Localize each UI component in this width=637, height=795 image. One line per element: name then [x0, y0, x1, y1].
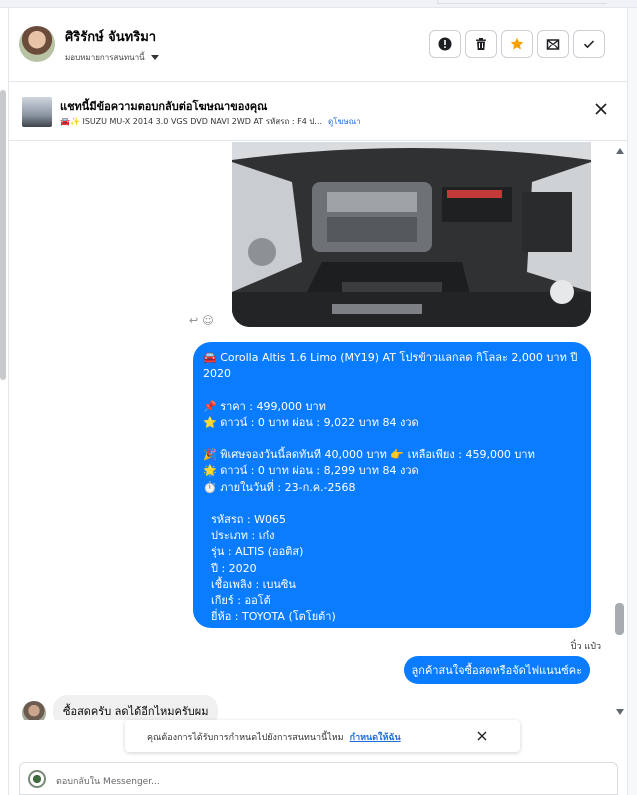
message-thread[interactable]: ↩ ☺ 🚘 Corolla Altis 1.6 Limo (MY19) AT โ…	[9, 142, 627, 720]
ad-banner-subtitle: 🚘✨ ISUZU MU-X 2014 3.0 VGS DVD NAVI 2WD …	[60, 115, 361, 128]
message-line: ⏱️ ภายในวันที่ : 23-ก.ค.-2568	[203, 480, 356, 494]
close-icon[interactable]	[476, 730, 488, 742]
delete-button[interactable]	[465, 30, 497, 58]
scroll-down-arrow[interactable]	[616, 709, 624, 715]
star-button[interactable]	[501, 30, 533, 58]
check-icon	[583, 40, 595, 49]
message-line: เกียร์ : ออโต้	[211, 594, 271, 607]
message-line: ยี่ห้อ : TOYOTA (โตโยต้า)	[211, 610, 336, 624]
ad-reply-banner: แชทนี้มีข้อความตอบกลับต่อโฆษณาของคุณ 🚘✨ …	[9, 83, 627, 141]
customer-avatar[interactable]	[22, 701, 46, 720]
star-icon	[510, 37, 524, 50]
message-line: 2020	[203, 367, 231, 381]
thread-scrollbar-thumb[interactable]	[615, 603, 624, 635]
ad-prefix-emoji: 🚘✨	[60, 117, 80, 126]
message-line: ปี : 2020	[211, 561, 257, 575]
engine-photo-drawing	[232, 142, 591, 327]
message-line: 🌟 ดาวน์ : 0 บาท ผ่อน : 8,299 บาท 84 งวด	[203, 464, 419, 478]
assign-label: มอบหมายการสนทนานี้	[65, 53, 145, 62]
caret-down-icon	[150, 55, 159, 60]
mark-unread-icon	[546, 39, 560, 50]
header-actions	[429, 30, 605, 58]
page-question-bubble[interactable]: ลูกค้าสนใจซื้อสดหรือจัดไฟแนนซ์คะ	[403, 656, 590, 684]
page-avatar-icon	[28, 770, 46, 788]
mark-spam-button[interactable]	[429, 30, 461, 58]
scroll-up-arrow[interactable]	[616, 148, 624, 154]
reply-icon[interactable]: ↩	[189, 314, 198, 327]
mark-done-button[interactable]	[573, 30, 605, 58]
mark-unread-button[interactable]	[537, 30, 569, 58]
right-edge	[627, 8, 637, 795]
page-message-bubble[interactable]: 🚘 Corolla Altis 1.6 Limo (MY19) AT โปรข้…	[193, 342, 591, 628]
assign-question: คุณต้องการได้รับการกำหนดไปยังการสนทนานี้…	[147, 733, 344, 743]
composer-placeholder[interactable]: ตอบกลับใน Messenger...	[56, 774, 160, 788]
assign-prompt: คุณต้องการได้รับการกำหนดไปยังการสนทนานี้…	[125, 720, 520, 752]
left-scrollbar[interactable]	[0, 90, 6, 380]
trash-icon	[476, 38, 486, 50]
message-line: 🎉 พิเศษจองวันนี้ลดทันที 40,000 บาท 👉 เหล…	[203, 448, 535, 462]
contact-avatar[interactable]	[19, 26, 55, 62]
ad-banner-title: แชทนี้มีข้อความตอบกลับต่อโฆษณาของคุณ	[60, 100, 268, 113]
message-line: เชื้อเพลิง : เบนซิน	[211, 577, 296, 591]
message-actions: ↩ ☺	[189, 314, 214, 327]
view-ad-link[interactable]: ดูโฆษณา	[328, 117, 361, 126]
close-icon[interactable]	[593, 101, 609, 117]
conversation-header: ศิริรักษ์ จันทริมา มอบหมายการสนทนานี้	[9, 8, 627, 82]
contact-name[interactable]: ศิริรักษ์ จันทริมา	[65, 26, 156, 47]
message-line: 📌 ราคา : 499,000 บาท	[203, 399, 326, 413]
top-strip	[0, 0, 637, 8]
engine-photo[interactable]	[232, 142, 591, 327]
sender-name: ปิ๋ว แป๋ว	[570, 642, 601, 652]
messenger-window: ศิริรักษ์ จันทริมา มอบหมายการสนทนานี้ แช	[0, 0, 637, 795]
message-line: ⭐ ดาวน์ : 0 บาท ผ่อน : 9,022 บาท 84 งวด	[203, 415, 419, 429]
assign-prompt-text: คุณต้องการได้รับการกำหนดไปยังการสนทนานี้…	[147, 730, 401, 744]
message-line: 🚘 Corolla Altis 1.6 Limo (MY19) AT โปรข้…	[203, 351, 578, 364]
ad-thumbnail[interactable]	[22, 97, 52, 127]
assign-to-me-link[interactable]: กำหนดให้ฉัน	[350, 733, 401, 743]
react-icon[interactable]: ☺	[202, 314, 213, 327]
message-composer[interactable]: ตอบกลับใน Messenger...	[19, 762, 618, 795]
assign-conversation-dropdown[interactable]: มอบหมายการสนทนานี้	[65, 51, 159, 64]
message-line: รหัสรถ : W065	[211, 512, 287, 526]
ad-description: ISUZU MU-X 2014 3.0 VGS DVD NAVI 2WD AT …	[82, 117, 323, 126]
message-line: ประเภท : เก๋ง	[211, 529, 275, 543]
customer-reply-bubble[interactable]: ซื้อสดครับ ลดได้อีกไหมครับผม	[53, 695, 219, 720]
message-line: รุ่น : ALTIS (ออติส)	[211, 545, 304, 559]
alert-icon	[438, 37, 452, 51]
